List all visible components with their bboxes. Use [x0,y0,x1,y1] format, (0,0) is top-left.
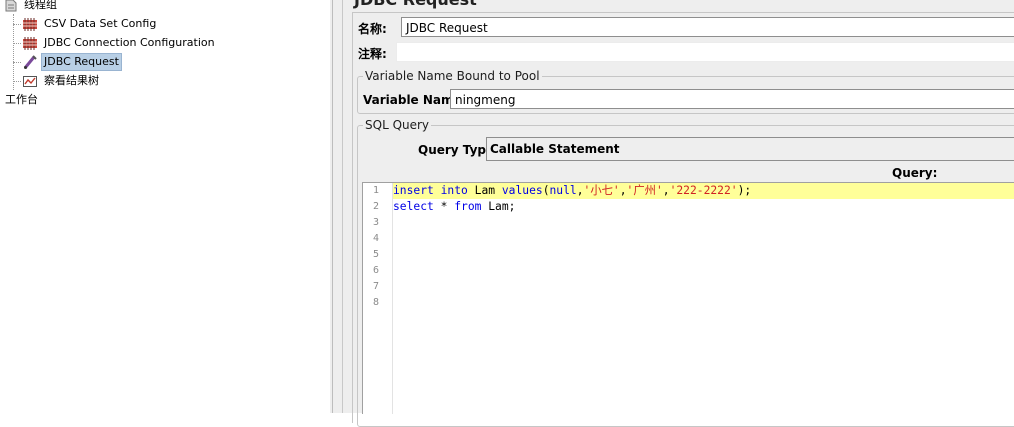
line-number: 3 [372,217,379,228]
sql-text-token: , [619,184,627,197]
tree-connector [13,81,21,82]
tree-connector [13,43,21,44]
sql-string-token: '广州' [626,184,663,197]
tree-item-label: JDBC Connection Configuration [44,36,215,49]
line-number: 4 [372,233,379,244]
tree-item-label: 察看结果树 [44,74,99,87]
sql-keyword-token: from [454,200,482,213]
name-label: 名称: [358,22,387,36]
panel-title: JDBC Request [354,0,477,9]
sql-text-token: * [433,200,455,213]
tree-item-label: 线程组 [24,0,57,11]
sql-keyword-token: select [393,200,434,213]
thread-group-icon [5,0,17,12]
sql-text-token: , [576,184,584,197]
tree-item-label: JDBC Request [41,53,122,71]
sql-text-token [434,184,441,197]
split-pane-divider[interactable] [330,0,344,413]
sql-text-token: ; [508,200,516,213]
line-number: 6 [372,265,379,276]
line-number: 5 [372,249,379,260]
test-plan-tree[interactable]: 线程组 CSV Data Set Config JDBC Connection … [0,0,330,413]
divider-edge [332,0,333,413]
sql-keyword-token: null [549,184,577,197]
jdbc-request-icon [23,55,37,69]
tree-connector [13,24,21,25]
line-number-gutter: 1 2 3 4 5 6 7 8 [363,183,393,414]
csv-config-icon [23,18,37,31]
line-number: 8 [372,297,379,308]
comment-field[interactable] [396,42,1014,62]
sql-text-token [495,184,502,197]
sql-text-token: ); [737,184,752,197]
sql-keyword-token: into [440,184,468,197]
sql-keyword-token: insert [393,184,434,197]
sql-query-group-title: SQL Query [363,118,432,132]
code-line[interactable]: select * from Lam; [393,199,515,215]
sql-keyword-token: values [501,184,543,197]
sql-string-token: '222-2222' [669,184,738,197]
sql-text-token: Lam [488,200,509,213]
view-results-tree-icon [23,76,37,87]
code-line[interactable]: insert into Lam values(null,'小七','广州','2… [393,183,751,199]
tree-connector [13,14,14,90]
tree-connector [13,62,21,63]
line-number: 1 [372,185,379,196]
query-label: Query: [892,166,938,180]
sql-text-token: Lam [474,184,496,197]
sql-text-token: ( [542,184,550,197]
pool-group-title: Variable Name Bound to Pool [363,69,542,83]
name-field[interactable]: JDBC Request [401,17,1014,37]
tree-item-label: 工作台 [5,93,38,106]
line-number: 7 [372,281,379,292]
divider-edge [342,0,343,413]
sql-text-token [468,184,475,197]
variable-name-field[interactable]: ningmeng [450,89,1014,109]
sql-query-editor[interactable]: 1 2 3 4 5 6 7 8 insert into Lam values(n… [362,182,1014,414]
jdbc-connection-icon [23,37,37,50]
sql-text-token: , [662,184,670,197]
tree-item-label: CSV Data Set Config [44,17,157,30]
sql-string-token: '小七' [583,184,620,197]
comment-label: 注释: [358,47,387,61]
line-number: 2 [372,201,379,212]
query-type-select[interactable]: Callable Statement [486,137,1014,161]
